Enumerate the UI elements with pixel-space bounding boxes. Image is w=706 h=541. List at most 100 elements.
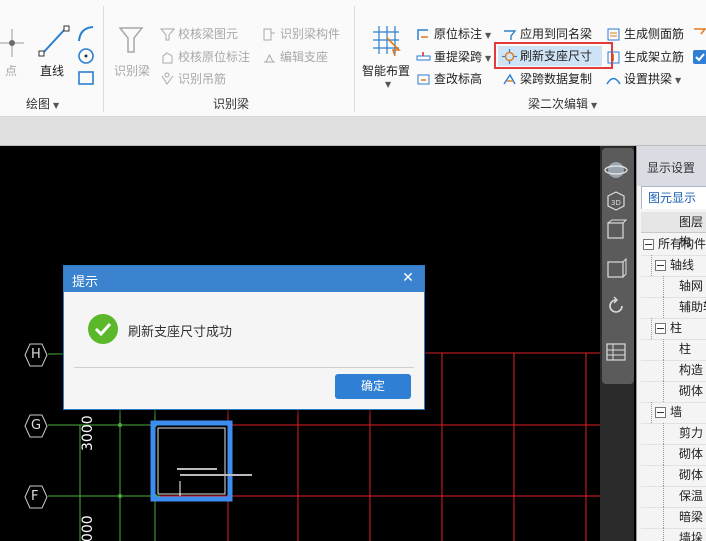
collapse-toggle-icon[interactable] <box>655 323 666 334</box>
tab-element-display[interactable]: 图元显示 <box>641 186 706 209</box>
tree-item[interactable]: 墙垛 <box>641 528 706 541</box>
view-toolbar: 3D <box>600 146 634 541</box>
arc-tool-icon[interactable] <box>76 24 96 44</box>
point-tool-button[interactable]: 点 <box>0 22 26 78</box>
span-data-copy-button[interactable]: 梁跨数据复制 <box>502 69 592 89</box>
svg-text:3D: 3D <box>611 199 621 207</box>
tree-item[interactable]: 墙 <box>641 402 706 424</box>
dialog-title-bar: 提示 ✕ <box>64 266 424 292</box>
chevron-down-icon: ▼ <box>53 101 60 110</box>
tree-item-label: 柱 <box>670 321 683 335</box>
tree-item[interactable]: 柱 <box>641 318 706 340</box>
side-rebar-icon <box>607 28 620 41</box>
orbit-view-icon[interactable] <box>604 158 628 182</box>
selected-column[interactable] <box>150 420 233 502</box>
tree-item-label: 构造 <box>679 363 704 377</box>
prompt-dialog: 提示 ✕ 刷新支座尺寸成功 确定 <box>63 265 425 410</box>
panel-title-bar: 显示设置 <box>637 146 706 186</box>
collapse-toggle-icon[interactable] <box>655 407 666 418</box>
draw-group-label[interactable]: 绘图 ▼ <box>26 95 59 112</box>
ribbon-toolbar: 点 直线 绘图 ▼ 识别梁 校核梁图元 校核原位标注 识别吊筋 识别梁构件 编辑… <box>0 0 706 117</box>
check-beam-graphic-button[interactable]: 校核梁图元 <box>160 24 238 44</box>
reextract-span-button[interactable]: 重提梁跨 ▼ <box>416 47 491 67</box>
arch-beam-icon <box>606 77 621 85</box>
member-icon <box>263 28 275 41</box>
tree-item[interactable]: 柱 <box>641 339 706 361</box>
gen-side-rebar-button[interactable]: 生成侧面筋 <box>606 24 684 44</box>
tree-item-label: 剪力 <box>679 426 704 440</box>
reextract-icon <box>416 52 431 61</box>
apply-same-name-button[interactable]: 应用到同名梁 <box>502 24 592 44</box>
identify-beam-label: 识别梁 <box>114 64 151 78</box>
identify-group-label: 识别梁 <box>213 97 250 111</box>
grid-layout-icon <box>373 26 401 57</box>
chevron-down-icon: ▼ <box>485 54 492 63</box>
axis-label-f: F <box>24 485 48 509</box>
identify-beam-member-button[interactable]: 识别梁构件 <box>262 24 340 44</box>
tree-item[interactable]: 构造 <box>641 360 706 382</box>
tree-item-label: 砌体 <box>679 447 704 461</box>
chevron-down-icon: ▼ <box>675 76 682 85</box>
tree-item[interactable]: 砌体 <box>641 381 706 403</box>
origin-mark-button[interactable]: 原位标注 ▼ <box>416 24 491 44</box>
erect-rebar-icon <box>607 51 620 64</box>
side-view-icon[interactable] <box>604 256 628 280</box>
tree-item[interactable]: 轴线 <box>641 255 706 277</box>
layout-grid-icon[interactable] <box>604 340 628 364</box>
hand-check-icon <box>162 52 173 64</box>
gen-erect-rebar-button[interactable]: 生成架立筋 <box>606 47 684 67</box>
copy-span-icon <box>503 73 516 85</box>
change-elevation-button[interactable]: 查改标高 <box>416 69 482 89</box>
3d-view-icon[interactable]: 3D <box>604 188 628 212</box>
ribbon-bottom-strip <box>0 117 706 146</box>
tree-item[interactable]: 砌体 <box>641 444 706 466</box>
line-tool-button[interactable]: 直线 <box>36 22 72 78</box>
axis-label-h: H <box>24 343 48 367</box>
apply-same-name-icon <box>504 30 517 40</box>
highlight-frame <box>494 42 613 69</box>
tree-item-label: 暗梁 <box>679 510 704 524</box>
chevron-down-icon: ▼ <box>485 31 492 40</box>
partial-tool-icon[interactable] <box>693 26 706 40</box>
edit-support-button[interactable]: 编辑支座 <box>262 47 328 67</box>
close-icon[interactable]: ✕ <box>400 270 416 286</box>
identify-hanger-button[interactable]: 识别吊筋 <box>160 69 226 89</box>
smart-layout-button[interactable]: 智能布置 ▼ <box>360 22 412 92</box>
dialog-divider <box>74 367 414 368</box>
set-arch-beam-button[interactable]: 设置拱梁 ▼ <box>606 69 681 89</box>
funnel-icon <box>160 28 175 41</box>
tree-item[interactable]: 暗梁 <box>641 507 706 529</box>
point-tool-label: 点 <box>5 64 18 78</box>
identify-beam-button[interactable]: 识别梁 <box>110 22 154 78</box>
collapse-toggle-icon[interactable] <box>655 260 666 271</box>
tree-item[interactable]: 辅助轴 <box>641 297 706 319</box>
collapse-toggle-icon[interactable] <box>643 239 654 250</box>
panel-title: 显示设置 <box>647 161 696 175</box>
tree-item[interactable]: 剪力 <box>641 423 706 445</box>
tree-item[interactable]: 砌体 <box>641 465 706 487</box>
point-icon <box>0 29 24 57</box>
ok-button[interactable]: 确定 <box>335 374 411 399</box>
elevation-icon <box>417 74 430 85</box>
top-view-icon[interactable] <box>604 218 628 242</box>
check-origin-mark-button[interactable]: 校核原位标注 <box>160 47 250 67</box>
dimension-text-2: 3000 <box>80 515 96 541</box>
tree-item-label: 保温 <box>679 489 704 503</box>
rectangle-tool-icon[interactable] <box>76 68 96 88</box>
checkbox-checked-icon[interactable] <box>693 50 706 64</box>
circle-tool-icon[interactable] <box>76 46 96 66</box>
dimension-text-1: 3000 <box>80 415 96 451</box>
line-icon <box>38 25 70 57</box>
hanger-icon <box>161 72 174 85</box>
tree-item[interactable]: 轴网 <box>641 276 706 298</box>
smart-layout-label: 智能布置 <box>362 64 411 78</box>
success-check-icon <box>88 314 118 344</box>
tree-item[interactable]: 保温 <box>641 486 706 508</box>
rotate-icon[interactable] <box>604 294 628 318</box>
tree-item-label: 轴网 <box>679 279 704 293</box>
support-edit-icon <box>264 53 275 63</box>
tree-item[interactable]: 所有构件 <box>641 234 706 256</box>
tree-item-label: 墙 <box>670 405 683 419</box>
edit-group-label[interactable]: 梁二次编辑 ▼ <box>528 95 597 112</box>
dialog-message: 刷新支座尺寸成功 <box>128 325 233 340</box>
